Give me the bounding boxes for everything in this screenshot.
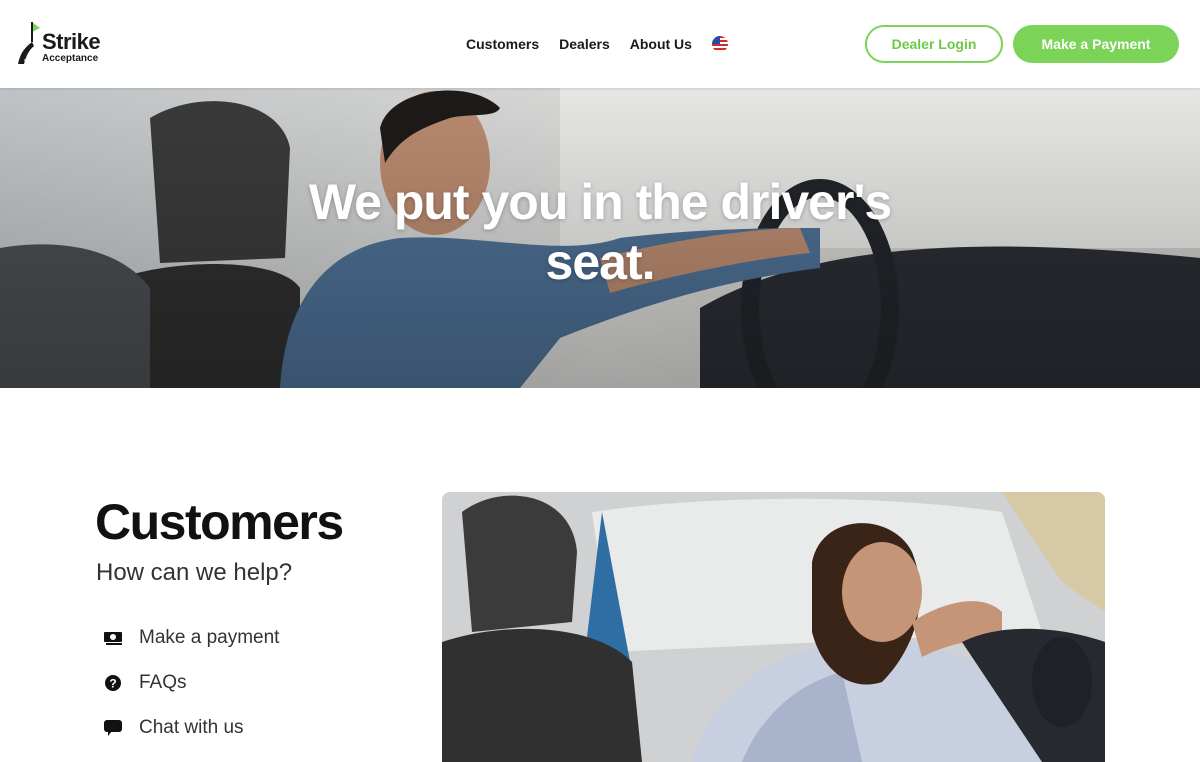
money-icon [102, 628, 124, 648]
strike-acceptance-logo[interactable]: Strike Acceptance [16, 20, 116, 68]
logo-text-acceptance: Acceptance [42, 53, 99, 64]
help-item-label: Make a payment [139, 627, 280, 648]
faqs-link[interactable]: ? FAQs [102, 671, 279, 695]
nav-customers[interactable]: Customers [466, 35, 539, 53]
main-nav: Customers Dealers About Us [466, 34, 728, 54]
make-a-payment-button[interactable]: Make a Payment [1013, 25, 1179, 63]
customers-heading: Customers [95, 494, 344, 550]
customer-woman-in-car-photo [442, 492, 1105, 762]
help-links-list: Make a payment ? FAQs Chat with us [102, 626, 279, 761]
question-circle-icon: ? [102, 673, 124, 693]
help-item-label: Chat with us [139, 717, 244, 738]
help-item-label: FAQs [139, 672, 187, 693]
us-flag-icon[interactable] [711, 36, 728, 52]
hero-banner: We put you in the driver's seat. [0, 88, 1200, 388]
svg-text:?: ? [109, 677, 116, 691]
site-header: Strike Acceptance Customers Dealers Abou… [0, 0, 1200, 88]
hero-heading: We put you in the driver's seat. [308, 174, 892, 290]
chat-with-us-link[interactable]: Chat with us [102, 716, 279, 740]
dealer-login-button[interactable]: Dealer Login [865, 25, 1003, 63]
customers-subheading: How can we help? [96, 559, 293, 586]
nav-dealers[interactable]: Dealers [559, 35, 610, 53]
logo-text-strike: Strike [42, 29, 101, 54]
chat-bubble-icon [102, 718, 124, 738]
make-a-payment-link[interactable]: Make a payment [102, 626, 279, 650]
nav-about-us[interactable]: About Us [630, 35, 692, 53]
